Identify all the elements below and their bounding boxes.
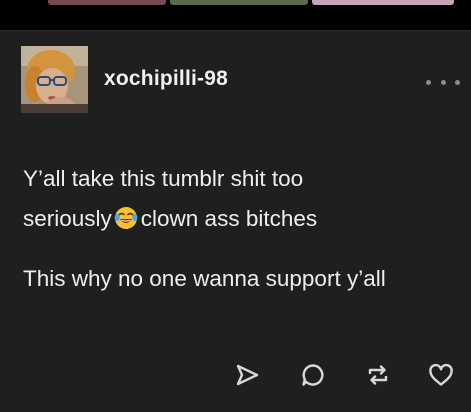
post-text-fragment: clown ass bitches [140,206,318,231]
reblog-icon [368,365,388,385]
previous-post-image-edge [312,0,454,5]
send-icon [236,364,259,386]
post-text-fragment: seriously [23,206,112,231]
username[interactable]: xochipilli-98 [104,67,228,91]
post-card: xochipilli-98 Y’all take this tumblr shi… [0,30,471,412]
post-line: Y’all take this tumblr shit too [23,166,304,191]
previous-post-image-edge [48,0,166,5]
tears-of-joy-emoji-icon [114,203,138,243]
more-dot [440,79,446,85]
like-button[interactable] [424,358,458,392]
share-button[interactable] [230,358,264,392]
previous-post-edge [0,0,471,10]
more-dot [426,79,431,85]
heart-icon [429,363,453,386]
reblog-button[interactable] [361,358,395,392]
avatar-image [21,46,88,113]
more-options-icon[interactable] [426,75,460,89]
post-actions [0,358,471,398]
post-line: seriously clown ass bitches [23,199,443,243]
avatar[interactable] [21,46,88,113]
post-paragraph-2: This why no one wanna support y’all [23,266,386,291]
previous-post-image-edge [170,0,308,5]
more-dot [455,79,460,85]
comment-icon [302,364,324,386]
post-paragraph-1: Y’all take this tumblr shit too seriousl… [23,159,443,243]
reply-button[interactable] [296,358,330,392]
